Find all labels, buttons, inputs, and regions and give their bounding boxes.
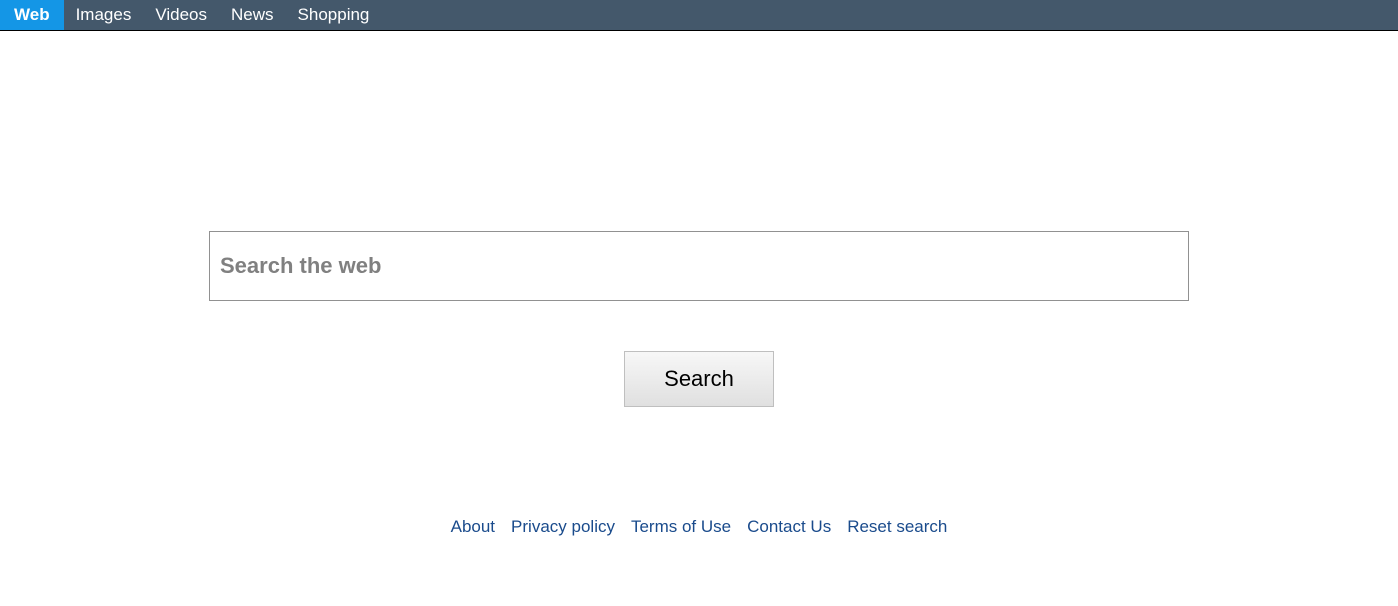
top-nav: Web Images Videos News Shopping	[0, 0, 1398, 31]
nav-videos[interactable]: Videos	[143, 0, 219, 30]
footer: About Privacy policy Terms of Use Contac…	[451, 517, 948, 537]
nav-news[interactable]: News	[219, 0, 286, 30]
footer-terms[interactable]: Terms of Use	[631, 517, 731, 537]
footer-contact[interactable]: Contact Us	[747, 517, 831, 537]
search-button[interactable]: Search	[624, 351, 774, 407]
nav-images[interactable]: Images	[64, 0, 144, 30]
footer-about[interactable]: About	[451, 517, 495, 537]
nav-web[interactable]: Web	[0, 0, 64, 30]
footer-privacy[interactable]: Privacy policy	[511, 517, 615, 537]
footer-reset[interactable]: Reset search	[847, 517, 947, 537]
nav-shopping[interactable]: Shopping	[286, 0, 382, 30]
search-input[interactable]	[209, 231, 1189, 301]
main-content: Search About Privacy policy Terms of Use…	[0, 31, 1398, 537]
